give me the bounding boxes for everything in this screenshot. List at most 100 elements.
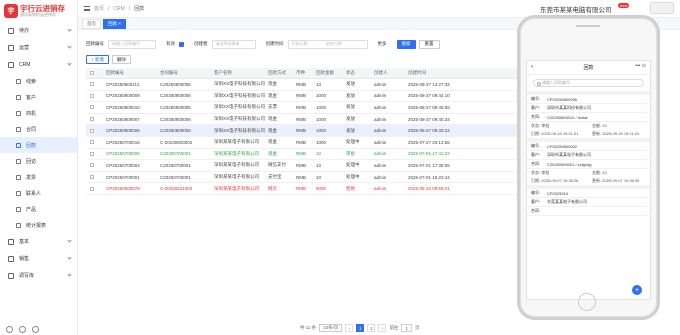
sidebar-item-2[interactable]: CRM (0, 56, 77, 73)
table-cell[interactable]: CP20250900112 (106, 82, 160, 87)
more-toggle[interactable]: 更多 (378, 41, 387, 47)
table-cell[interactable]: CP20250700006 (106, 151, 160, 156)
column-header[interactable]: 回款金额 (316, 70, 346, 76)
sidebar-item-8[interactable]: 回访 (0, 153, 77, 169)
table-cell[interactable]: CP20250800007 (106, 117, 160, 122)
more-icon[interactable]: ••• ⊙ (635, 63, 646, 69)
table-row[interactable]: CP20250800010 C20250800006 深圳XX电子科技有限公司 支票 R… (86, 102, 522, 114)
add-button[interactable]: + 新增 (86, 55, 109, 64)
tab-home[interactable]: 首页 (82, 18, 101, 29)
column-header[interactable]: 回款方式 (268, 70, 296, 76)
row-checkbox[interactable] (86, 105, 98, 110)
creator-select[interactable]: 请选择创建者 (211, 39, 256, 49)
next-page-button[interactable]: › (378, 324, 387, 332)
breadcrumb-crm[interactable]: CRM (113, 6, 124, 12)
table-row[interactable]: CP20250500078 C-20250521002 深圳某某电子有限公司 网页 RM… (86, 183, 522, 195)
row-checkbox[interactable] (86, 175, 98, 180)
table-row[interactable]: CP20250800009 C20250800006 深圳XX电子科技有限公司 现金 R… (86, 91, 522, 103)
breadcrumb-home[interactable]: 首页 (94, 5, 104, 12)
page-size-select[interactable]: 10条/页 (319, 324, 343, 332)
page-1[interactable]: 1 (356, 324, 365, 332)
sidebar-item-1[interactable]: 运营 (0, 39, 77, 56)
customer-icon (16, 94, 21, 100)
end-date: 结束日期 (325, 41, 342, 46)
table-cell: 发放 (346, 116, 355, 122)
row-checkbox[interactable] (86, 117, 98, 122)
table-row[interactable]: CP20250800005 C20250800006 深圳XX电子科技有限公司 现金 R… (86, 125, 522, 137)
row-checkbox[interactable] (86, 140, 98, 145)
column-header[interactable]: 创建时间 (408, 70, 468, 76)
sidebar-item-3[interactable]: 线索 (0, 73, 77, 89)
table-row[interactable]: CP20250900112 C20250800006 深圳XX电子科技有限公司 现金 R… (86, 79, 522, 91)
valid-checkbox[interactable] (179, 41, 184, 47)
sidebar-item-5[interactable]: 商机 (0, 105, 77, 121)
column-header[interactable]: 客户名称 (214, 70, 268, 76)
card-field: 合同: C20250800010 / dvbaf › (527, 113, 650, 122)
table-cell[interactable]: CP20250800005 (106, 128, 160, 133)
column-header[interactable]: 币种 (296, 70, 316, 76)
row-checkbox[interactable] (86, 163, 98, 168)
row-checkbox[interactable] (86, 186, 98, 191)
row-checkbox[interactable] (86, 151, 98, 156)
chevron-right-icon: › (644, 199, 646, 205)
sidebar-item-9[interactable]: 发票 (0, 169, 77, 185)
payment-table: 回款编号 合同编号 客户名称 回款方式 币种 回款金额 状态 创建人 创建时间 CP202509… (86, 68, 522, 195)
user-icon[interactable] (32, 326, 39, 333)
back-icon[interactable]: ‹ (531, 64, 533, 70)
select-all-checkbox[interactable] (86, 71, 98, 75)
prev-page-button[interactable]: ‹ (345, 324, 354, 332)
table-cell: 深圳XX电子科技有限公司 (214, 104, 266, 110)
table-row[interactable]: CP20250800007 C20250800006 深圳XX电子科技有限公司 现金 R… (86, 114, 522, 126)
avatar[interactable] (650, 2, 674, 14)
mobile-payment-card[interactable]: 编号: CP2025010 › 客户: 东莞某某电子有限公司 › 合同: › (527, 185, 650, 216)
table-row[interactable]: CP20250700006 C20250700001 深圳某某电子有限公司 现金 RMB… (86, 149, 522, 161)
row-checkbox[interactable] (86, 128, 98, 133)
table-cell[interactable]: CP20250800010 (106, 105, 160, 110)
column-header[interactable]: 回款编号 (106, 70, 160, 76)
search-button[interactable]: 搜索 (396, 39, 416, 49)
date-range-input[interactable]: 开始日期 ~ 结束日期 (287, 39, 368, 49)
mobile-search-input[interactable]: 请输入回款编号 (533, 79, 644, 87)
tab-payment[interactable]: 回款 × (103, 18, 126, 29)
table-cell[interactable]: CP20250500078 (106, 186, 160, 191)
table-row[interactable]: CP20250700001 C20250700001 深圳某某电子有限公司 支付宝 RM… (86, 172, 522, 184)
table-cell[interactable]: CP20250700016 (106, 140, 160, 145)
settings-icon[interactable] (6, 326, 13, 333)
mobile-payment-card[interactable]: 编号: CP20250800002 › 客户: 深圳市某某电子有限公司 › 合同: C2025… (527, 138, 650, 185)
sidebar-item-4[interactable]: 客户 (0, 89, 77, 105)
sidebar-item-7[interactable]: 回款 (0, 137, 77, 153)
card-field-label: 编号: (531, 143, 541, 148)
table-cell[interactable]: CP20250700001 (106, 175, 160, 180)
code-input[interactable]: 请输入回款编号 (108, 39, 156, 49)
goto-input[interactable]: 1 (401, 324, 412, 332)
help-icon[interactable] (19, 326, 26, 333)
sidebar-item-11[interactable]: 产品 (0, 201, 77, 217)
column-header[interactable]: 状态 (346, 70, 374, 76)
delete-button[interactable]: 删除 (111, 55, 131, 64)
sidebar-item-13[interactable]: 基本 (0, 233, 77, 250)
page-2[interactable]: 2 (367, 324, 376, 332)
table-row[interactable]: CP20250700004 C20250700001 深圳某某电子有限公司 微信支付 R… (86, 160, 522, 172)
todo-icon (8, 27, 14, 34)
home-button[interactable] (578, 293, 596, 311)
sidebar-item-10[interactable]: 联系人 (0, 185, 77, 201)
row-checkbox[interactable] (86, 82, 98, 87)
mobile-add-button[interactable]: + (632, 285, 642, 295)
chevron-down-icon (67, 44, 72, 49)
mobile-payment-card[interactable]: 编号: CP20250800006 › 客户: 深圳市某某科技有限公司 › 合同: C2025… (527, 91, 650, 138)
card-field-label: 编号: (531, 190, 541, 195)
reset-button[interactable]: 重置 (418, 39, 440, 49)
column-header[interactable]: 创建人 (374, 70, 408, 76)
ops-icon (8, 44, 14, 51)
sidebar-item-14[interactable]: 销售 (0, 250, 77, 267)
table-cell[interactable]: CP20250700004 (106, 163, 160, 168)
table-row[interactable]: CP20250700016 C-20230603002 深圳某某电子有限公司 现金 RM… (86, 137, 522, 149)
sidebar-item-6[interactable]: 合同 (0, 121, 77, 137)
sidebar-item-0[interactable]: 待办 (0, 22, 77, 39)
sidebar-item-12[interactable]: 统计报表 (0, 217, 77, 233)
menu-toggle-icon[interactable] (84, 6, 90, 11)
row-checkbox[interactable] (86, 93, 98, 98)
sidebar-item-15[interactable]: 调写库 (0, 267, 77, 284)
table-cell[interactable]: CP20250800009 (106, 93, 160, 98)
column-header[interactable]: 合同编号 (160, 70, 214, 76)
